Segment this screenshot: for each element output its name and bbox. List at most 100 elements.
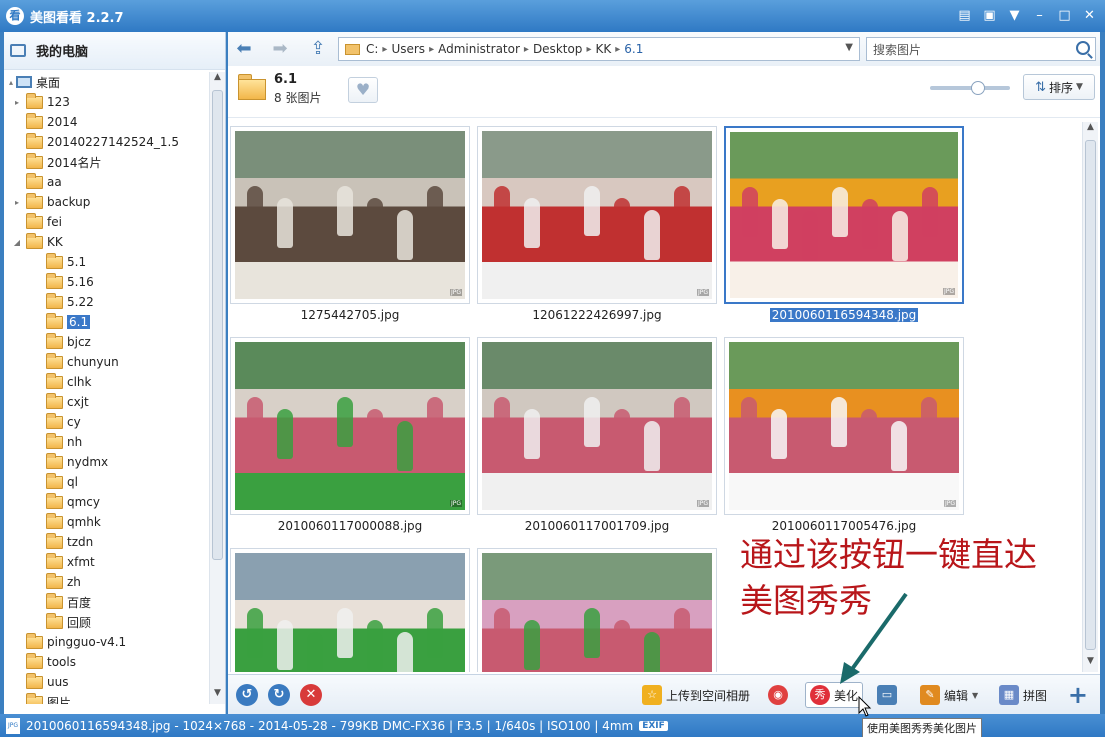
breadcrumb-separator-icon[interactable]: ▸ — [524, 44, 529, 55]
tree-item[interactable]: 5.16 — [32, 272, 94, 292]
scroll-up-icon[interactable]: ▲ — [210, 72, 225, 88]
tree-item-label: qmhk — [67, 515, 101, 529]
tree-item[interactable]: tzdn — [32, 532, 93, 552]
tree-item[interactable]: cxjt — [32, 392, 89, 412]
tree-item[interactable]: 6.1 — [32, 312, 91, 332]
delete-icon[interactable]: ✕ — [300, 684, 322, 706]
breadcrumb-separator-icon[interactable]: ▸ — [615, 44, 620, 55]
tree-item[interactable]: bjcz — [32, 332, 91, 352]
collage-button[interactable]: ▦ 拼图 — [995, 682, 1051, 708]
sidebar-scroll-thumb[interactable] — [212, 90, 223, 560]
tree-item[interactable]: ◢ KK — [12, 232, 63, 252]
breadcrumb-item[interactable]: Administrator — [438, 42, 520, 56]
tree-item[interactable]: 2014名片 — [12, 152, 102, 172]
back-arrow-icon[interactable]: ⬅ — [232, 38, 256, 60]
photo-image: JPG — [235, 342, 465, 510]
tree-item[interactable]: ▴ 桌面 — [6, 72, 60, 92]
tree-item[interactable]: 5.22 — [32, 292, 94, 312]
add-icon[interactable]: + — [1068, 681, 1088, 709]
photo-thumbnail[interactable]: JPG 2010060117000088.jpg — [230, 333, 470, 533]
photo-thumbnail[interactable]: JPG — [230, 544, 470, 672]
photo-thumbnail[interactable]: JPG 2010060117001709.jpg — [477, 333, 717, 533]
tree-item[interactable]: 图片 — [12, 692, 71, 704]
my-computer-header[interactable]: 我的电脑 — [4, 32, 225, 70]
tree-item[interactable]: fei — [12, 212, 62, 232]
tree-item[interactable]: 5.1 — [32, 252, 86, 272]
tree-item[interactable]: cy — [32, 412, 81, 432]
tree-item[interactable]: chunyun — [32, 352, 119, 372]
tree-item-label: xfmt — [67, 555, 95, 569]
tree-item[interactable]: aa — [12, 172, 62, 192]
photo-image: JPG — [482, 553, 712, 672]
search-icon[interactable] — [1076, 41, 1090, 55]
expand-arrow-icon[interactable]: ▸ — [12, 198, 22, 207]
upload-to-album-button[interactable]: ☆ 上传到空间相册 — [638, 682, 754, 708]
zoom-slider[interactable] — [930, 81, 1010, 95]
tree-item[interactable]: qmcy — [32, 492, 100, 512]
forward-arrow-icon[interactable]: ➡ — [268, 38, 292, 60]
tree-item[interactable]: 回顾 — [32, 612, 91, 632]
tree-item[interactable]: zh — [32, 572, 81, 592]
tree-item[interactable]: ▸ backup — [12, 192, 90, 212]
tree-item[interactable]: xfmt — [32, 552, 95, 572]
photo-thumbnail[interactable]: JPG 12061222426997.jpg — [477, 122, 717, 322]
maximize-icon[interactable]: □ — [1055, 6, 1074, 25]
photo-thumbnail[interactable]: JPG 1275442705.jpg — [230, 122, 470, 322]
search-input[interactable]: 搜索图片 — [873, 41, 921, 58]
sort-button[interactable]: ⇅ 排序 ▼ — [1023, 74, 1095, 100]
breadcrumb-item[interactable]: Desktop — [533, 42, 583, 56]
search-box[interactable]: 搜索图片 — [866, 37, 1096, 61]
address-dropdown-icon[interactable]: ▼ — [845, 42, 853, 53]
tree-item[interactable]: tools — [12, 652, 76, 672]
photo-filename: 2010060116594348.jpg — [769, 308, 919, 322]
grid-scroll-up-icon[interactable]: ▲ — [1083, 122, 1098, 138]
photo-thumbnail[interactable]: JPG — [477, 544, 717, 672]
tree-item-label: qmcy — [67, 495, 101, 509]
tree-item[interactable]: 百度 — [32, 592, 91, 612]
breadcrumb-separator-icon[interactable]: ▸ — [429, 44, 434, 55]
up-folder-icon[interactable]: ⇪ — [306, 38, 330, 60]
breadcrumb-item[interactable]: 6.1 — [624, 42, 643, 56]
grid-scroll-down-icon[interactable]: ▼ — [1083, 656, 1098, 672]
expand-arrow-icon[interactable]: ▸ — [12, 98, 22, 107]
edit-button[interactable]: ✎ 编辑 ▼ — [916, 682, 982, 708]
weibo-share-button[interactable]: ◉ — [764, 682, 792, 708]
tree-item-label: nh — [67, 435, 83, 449]
favorite-heart-button[interactable]: ♥ — [348, 77, 378, 103]
rotate-left-icon[interactable]: ↺ — [236, 684, 258, 706]
minimize-to-tray-icon[interactable]: ▣ — [980, 6, 999, 25]
tree-item[interactable]: uus — [12, 672, 68, 692]
close-icon[interactable]: ✕ — [1080, 6, 1099, 25]
breadcrumb-separator-icon[interactable]: ▸ — [382, 44, 387, 55]
tree-item[interactable]: nydmx — [32, 452, 108, 472]
breadcrumb-separator-icon[interactable]: ▸ — [586, 44, 591, 55]
folder-icon — [46, 472, 63, 489]
breadcrumb-item[interactable]: C: — [366, 42, 378, 56]
tree-item[interactable]: nh — [32, 432, 82, 452]
exif-badge[interactable]: EXIF — [639, 720, 668, 731]
rotate-right-icon[interactable]: ↻ — [268, 684, 290, 706]
sidebar-scrollbar[interactable]: ▲ ▼ — [209, 72, 225, 704]
tree-item[interactable]: qmhk — [32, 512, 101, 532]
skin-icon[interactable]: ▼ — [1005, 6, 1024, 25]
folder-icon — [46, 392, 63, 409]
window-title: 美图看看 2.2.7 — [30, 10, 124, 26]
breadcrumb-item[interactable]: Users — [391, 42, 425, 56]
tree-item[interactable]: ql — [32, 472, 78, 492]
photo-thumbnail[interactable]: JPG 2010060116594348.jpg — [724, 122, 964, 322]
scroll-down-icon[interactable]: ▼ — [210, 688, 225, 704]
tree-item[interactable]: pingguo-v4.1 — [12, 632, 126, 652]
photo-filename: 2010060117000088.jpg — [277, 519, 423, 533]
zoom-slider-knob[interactable] — [971, 81, 985, 95]
tree-item[interactable]: ▸ 123 — [12, 92, 70, 112]
chat-icon[interactable]: ▤ — [955, 6, 974, 25]
expand-arrow-icon[interactable]: ▴ — [6, 78, 16, 87]
address-bar[interactable]: C: ▸ Users ▸ Administrator ▸ Desktop ▸ KK ▸ 6.1 ▼ — [338, 37, 860, 61]
minimize-icon[interactable]: – — [1030, 6, 1049, 25]
tree-item[interactable]: 20140227142524_1.5 — [12, 132, 179, 152]
breadcrumb-item[interactable]: KK — [595, 42, 611, 56]
tree-item[interactable]: clhk — [32, 372, 92, 392]
photo-thumbnail[interactable]: JPG 2010060117005476.jpg — [724, 333, 964, 533]
tree-item[interactable]: 2014 — [12, 112, 78, 132]
expand-arrow-icon[interactable]: ◢ — [12, 238, 22, 247]
